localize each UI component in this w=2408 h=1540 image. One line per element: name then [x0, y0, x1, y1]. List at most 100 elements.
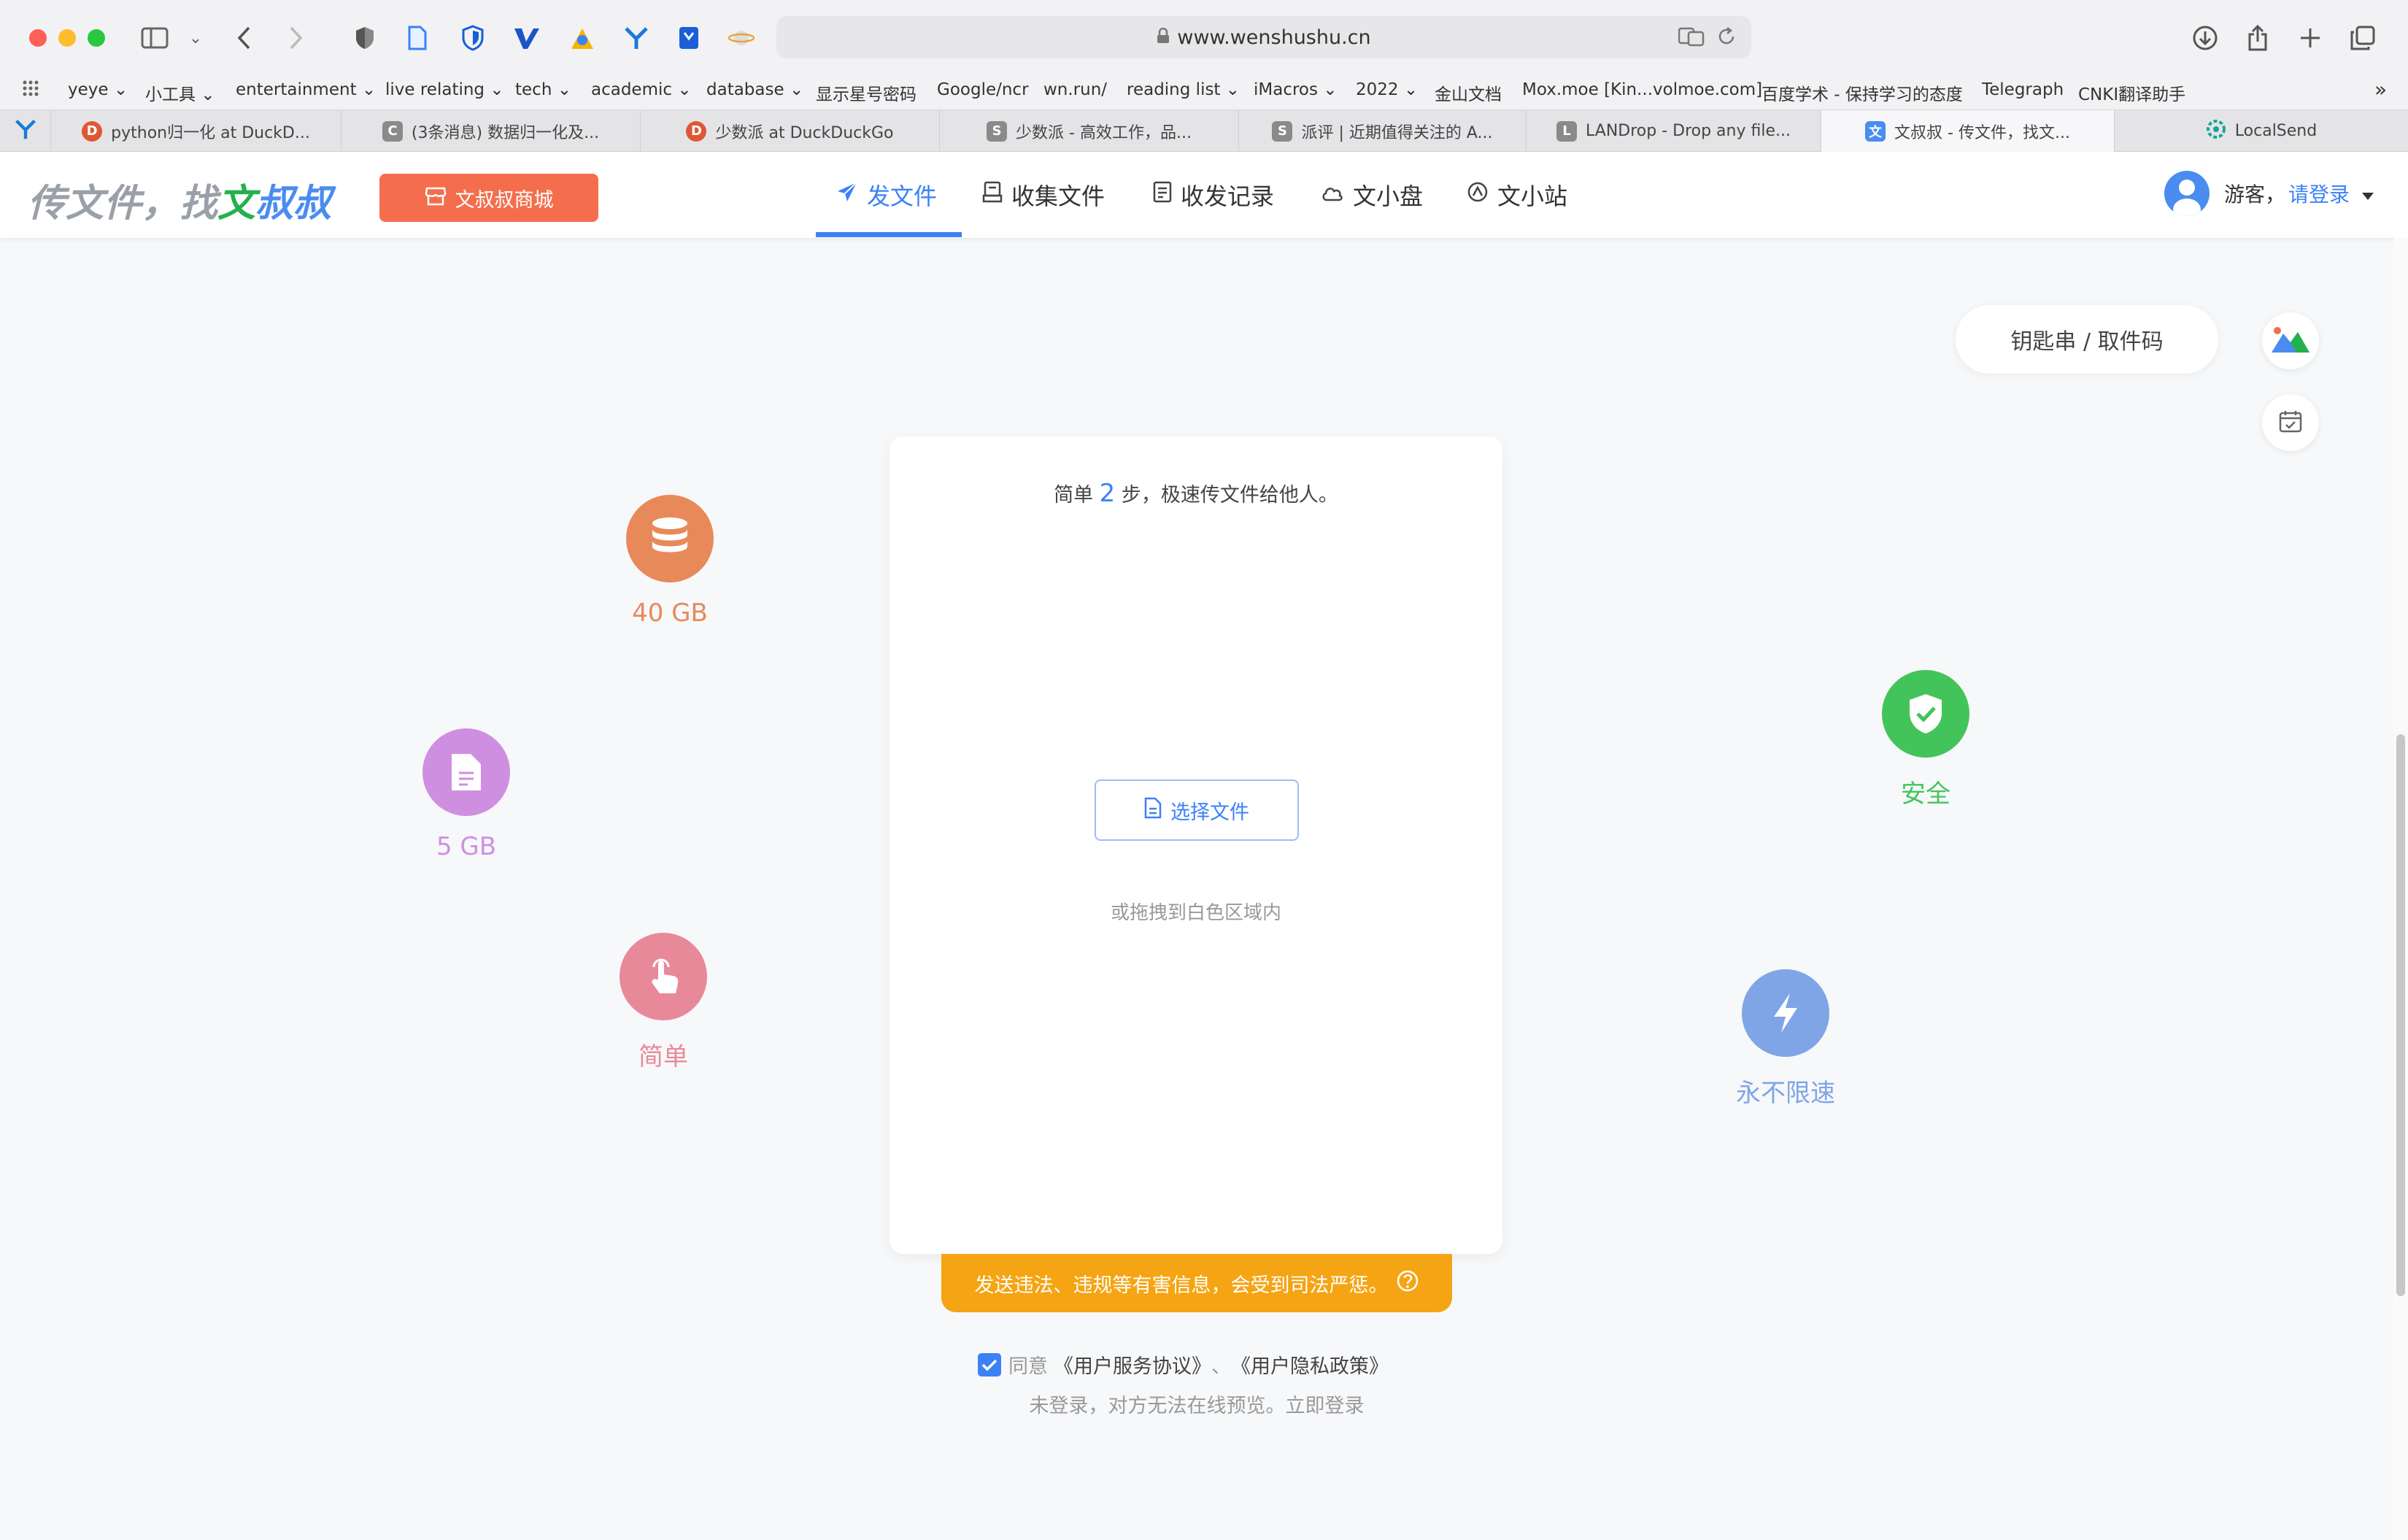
- nav-cloud-disk[interactable]: 文小盘: [1321, 152, 1423, 238]
- paper-plane-icon: [836, 181, 858, 209]
- key-pickup-code-button[interactable]: 钥匙串 / 取件码: [1956, 305, 2218, 374]
- bookmark-folder-reading-list[interactable]: reading list ⌄: [1127, 80, 1240, 99]
- bookmark-cnki-translate[interactable]: CNKI翻译助手: [2078, 80, 2185, 105]
- bookmark-kingsoft-docs[interactable]: 金山文档: [1435, 80, 1502, 105]
- select-file-button[interactable]: 选择文件: [1095, 779, 1299, 841]
- user-menu[interactable]: 游客， 请登录: [2164, 171, 2374, 216]
- csdn-icon: C: [382, 120, 403, 142]
- bookmark-folder-entertainment[interactable]: entertainment ⌄: [236, 80, 376, 99]
- minimize-window-button[interactable]: [58, 29, 76, 47]
- close-window-button[interactable]: [29, 29, 47, 47]
- shield-extension-icon[interactable]: [349, 22, 381, 54]
- caret-down-icon[interactable]: [2361, 182, 2374, 206]
- pinned-tab[interactable]: [0, 110, 51, 152]
- feature-unlimited-speed: 永不限速: [1713, 969, 1859, 1109]
- upload-card[interactable]: 简单 2 步，极速传文件给他人。 选择文件 或拖拽到白色区域内: [890, 436, 1502, 1254]
- lock-icon: [1157, 26, 1170, 49]
- site-logo[interactable]: 传文件，找文叔叔: [28, 172, 331, 227]
- bookmark-folder-yeye[interactable]: yeye ⌄: [68, 80, 128, 99]
- agreement-row: 同意 《用户服务协议》 、 《用户隐私政策》: [978, 1350, 1389, 1379]
- bookmark-wn-run[interactable]: wn.run/: [1043, 80, 1107, 99]
- help-icon[interactable]: [1396, 1269, 1419, 1298]
- bookmark-folder-tools[interactable]: 小工具 ⌄: [145, 80, 215, 105]
- address-bar[interactable]: www.wenshushu.cn: [776, 16, 1751, 58]
- login-note[interactable]: 未登录，对方无法在线预览。立即登录: [0, 1390, 2393, 1418]
- scrollbar-thumb[interactable]: [2396, 734, 2405, 1296]
- login-link[interactable]: 请登录: [2288, 179, 2350, 208]
- feature-simple: 简单: [590, 933, 736, 1072]
- translate-icon[interactable]: [1678, 26, 1705, 52]
- download-icon[interactable]: [2189, 22, 2221, 54]
- tab-sspai-search[interactable]: D 少数派 at DuckDuckGo: [641, 110, 940, 152]
- bookmark-folder-database[interactable]: database ⌄: [706, 80, 803, 99]
- forward-icon[interactable]: [280, 22, 312, 54]
- bookmark-telegraph[interactable]: Telegraph: [1982, 80, 2064, 99]
- bookmark-folder-live-relating[interactable]: live relating ⌄: [385, 80, 504, 99]
- tab-python-normalize[interactable]: D python归一化 at DuckD...: [51, 110, 341, 152]
- database-icon: [626, 495, 714, 582]
- agree-checkbox[interactable]: [978, 1352, 1001, 1377]
- tab-overview-icon[interactable]: [2347, 22, 2379, 54]
- bookmark-folder-academic[interactable]: academic ⌄: [591, 80, 692, 99]
- bookmarks-bar: yeye ⌄ 小工具 ⌄ entertainment ⌄ live relati…: [0, 76, 2408, 109]
- document-icon: [1144, 797, 1162, 824]
- aurora-extension-icon[interactable]: [566, 22, 598, 54]
- chevron-down-icon[interactable]: ⌄: [180, 22, 212, 54]
- bookmark-mox-moe[interactable]: Mox.moe [Kin...volmoe.com]: [1522, 80, 1762, 99]
- v-extension-icon[interactable]: [511, 22, 543, 54]
- planet-extension-icon[interactable]: [725, 22, 757, 54]
- bookmark-folder-tech[interactable]: tech ⌄: [515, 80, 571, 99]
- drag-hint: 或拖拽到白色区域内: [1110, 902, 1281, 924]
- shield-check-icon: [1882, 670, 1969, 758]
- avatar: [2164, 171, 2210, 216]
- share-icon[interactable]: [2242, 22, 2274, 54]
- reload-icon[interactable]: [1716, 26, 1737, 52]
- bookmark-folder-imacros[interactable]: iMacros ⌄: [1254, 80, 1338, 99]
- nav-collect-file[interactable]: 收集文件: [982, 152, 1105, 238]
- tab-sspai-review[interactable]: S 派评 | 近期值得关注的 A...: [1239, 110, 1527, 152]
- shop-button[interactable]: 文叔叔商城: [379, 174, 598, 222]
- nav-send-file[interactable]: 发文件: [836, 152, 937, 238]
- sidebar-toggle-icon[interactable]: [139, 22, 171, 54]
- more-bookmarks-icon[interactable]: »: [2374, 77, 2387, 101]
- landrop-icon: L: [1556, 120, 1578, 142]
- tab-bar: D python归一化 at DuckD... C (3条消息) 数据归一化及.…: [0, 109, 2408, 152]
- back-icon[interactable]: [228, 22, 260, 54]
- cloud-icon: [1321, 181, 1344, 209]
- feature-secure: 安全: [1853, 670, 1999, 809]
- image-icon: [2270, 325, 2311, 357]
- collect-icon: [982, 181, 1003, 209]
- bookmark-google-ncr[interactable]: Google/ncr: [937, 80, 1029, 99]
- bookmark-show-password[interactable]: 显示星号密码: [816, 80, 916, 105]
- legal-warning-banner: 发送违法、违规等有害信息，会受到司法严惩。: [941, 1254, 1452, 1312]
- tab-wenshushu[interactable]: 文 文叔叔 - 传文件，找文...: [1821, 110, 2115, 152]
- scrollbar[interactable]: [2393, 238, 2408, 1540]
- bookmark-folder-2022[interactable]: 2022 ⌄: [1356, 80, 1418, 99]
- y-pinned-icon: [15, 118, 36, 145]
- nav-mini-site[interactable]: 文小站: [1467, 152, 1567, 238]
- bookmark-extension-icon[interactable]: [673, 22, 705, 54]
- nav-records[interactable]: 收发记录: [1153, 152, 1274, 238]
- tab-localsend[interactable]: LocalSend: [2115, 110, 2408, 152]
- bookmark-baidu-scholar[interactable]: 百度学术 - 保持学习的态度: [1761, 80, 1963, 105]
- apps-grid-icon[interactable]: [22, 79, 42, 104]
- tab-csdn-normalize[interactable]: C (3条消息) 数据归一化及...: [341, 110, 641, 152]
- browser-toolbar: ⌄ www.wenshushu.cn: [0, 0, 2408, 76]
- upload-card-title: 简单 2 步，极速传文件给他人。: [1054, 479, 1338, 508]
- privacy-policy-link[interactable]: 《用户隐私政策》: [1231, 1350, 1389, 1379]
- document-extension-icon[interactable]: [401, 22, 433, 54]
- sspai-icon: S: [1272, 120, 1293, 142]
- terms-of-service-link[interactable]: 《用户服务协议》: [1054, 1350, 1211, 1379]
- url-text: www.wenshushu.cn: [1177, 26, 1371, 49]
- store-icon: [425, 185, 447, 211]
- calendar-button[interactable]: [2262, 394, 2319, 451]
- wallpaper-button[interactable]: [2262, 312, 2319, 369]
- localsend-icon: [2206, 119, 2226, 144]
- new-tab-icon[interactable]: [2294, 22, 2326, 54]
- y-extension-icon[interactable]: [620, 22, 652, 54]
- bitwarden-icon[interactable]: [457, 22, 489, 54]
- file-icon: [422, 728, 510, 816]
- tab-landrop[interactable]: L LANDrop - Drop any file...: [1527, 110, 1821, 152]
- tab-sspai[interactable]: S 少数派 - 高效工作，品...: [940, 110, 1239, 152]
- zoom-window-button[interactable]: [88, 29, 105, 47]
